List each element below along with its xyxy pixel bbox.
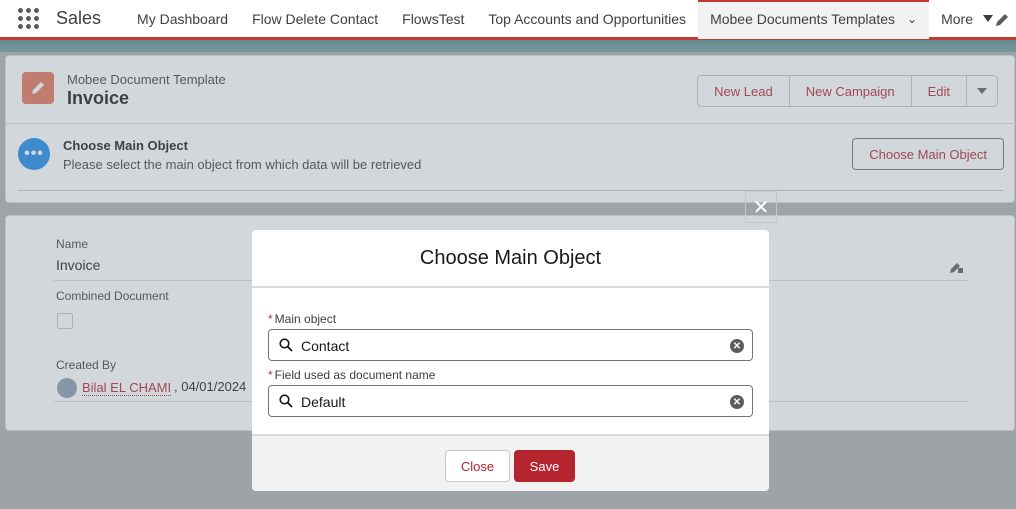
close-icon: ✕: [752, 196, 770, 219]
clear-icon[interactable]: ✕: [730, 339, 744, 353]
app-launcher-icon: [17, 8, 39, 29]
main-object-lookup[interactable]: Contact ✕: [268, 329, 753, 361]
modal-footer: Close Save: [252, 434, 769, 491]
app-launcher-button[interactable]: [0, 0, 56, 39]
modal-body: * Main object Contact ✕ * Field used as do…: [252, 288, 769, 434]
search-icon: [279, 394, 293, 408]
main-object-value: Contact: [301, 338, 350, 354]
close-button[interactable]: Close: [445, 450, 510, 482]
document-name-field-lookup[interactable]: Default ✕: [268, 385, 753, 417]
nav-item-mobee-documents-templates[interactable]: Mobee Documents Templates ⌄: [698, 0, 930, 39]
main-object-label-text: Main object: [274, 312, 337, 326]
main-object-label: * Main object: [268, 312, 336, 326]
nav-more-label: More: [941, 10, 973, 27]
clear-icon[interactable]: ✕: [730, 395, 744, 409]
pencil-icon[interactable]: [994, 12, 1010, 28]
caret-down-icon: [982, 15, 993, 22]
modal-title: Choose Main Object: [419, 246, 602, 269]
chevron-down-icon[interactable]: ⌄: [907, 12, 917, 26]
save-button[interactable]: Save: [514, 450, 575, 482]
nav-item-flowstest[interactable]: FlowsTest: [390, 0, 476, 39]
global-navigation: Sales My Dashboard Flow Delete Contact F…: [0, 0, 1016, 40]
modal-header: Choose Main Object: [252, 230, 769, 288]
close-modal-button[interactable]: ✕: [745, 191, 777, 223]
required-marker: *: [268, 312, 273, 326]
nav-item-label: Mobee Documents Templates: [710, 10, 896, 27]
required-marker: *: [268, 368, 273, 382]
app-name: Sales: [56, 8, 102, 28]
document-name-field-label: * Field used as document name: [268, 368, 435, 382]
choose-main-object-modal: Choose Main Object * Main object Contact …: [252, 230, 769, 491]
document-name-field-value: Default: [301, 394, 346, 410]
nav-item-my-dashboard[interactable]: My Dashboard: [125, 0, 240, 39]
nav-item-top-accounts[interactable]: Top Accounts and Opportunities: [476, 0, 698, 39]
document-name-label-text: Field used as document name: [274, 368, 436, 382]
search-icon: [279, 338, 293, 352]
nav-item-flow-delete-contact[interactable]: Flow Delete Contact: [240, 0, 390, 39]
